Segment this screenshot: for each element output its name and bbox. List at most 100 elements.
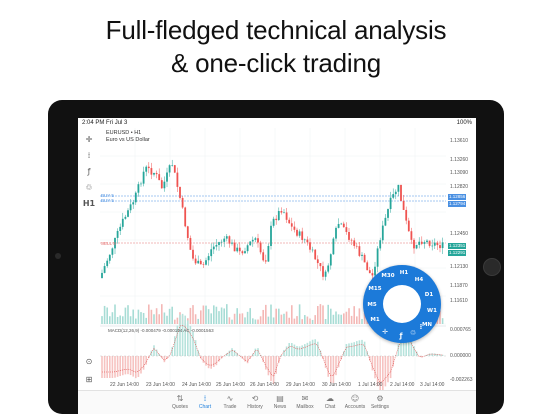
candle-body (160, 180, 163, 189)
x-tick: 2 Jul 14:00 (390, 382, 415, 388)
macd-bar (192, 331, 194, 356)
tab-quotes[interactable]: ⇅ Quotes (168, 393, 192, 410)
macd-bar (285, 346, 288, 356)
indicators-icon[interactable]: ⁞ (82, 150, 96, 162)
candle-body (220, 241, 223, 243)
volume-bar (441, 318, 444, 324)
candle-body (433, 242, 436, 246)
volume-bar (103, 305, 106, 324)
candle-body (124, 216, 127, 219)
dial-item-m30[interactable]: M30 (381, 272, 395, 280)
candle-body (241, 251, 244, 254)
candle-body (288, 219, 291, 224)
volume-bar (197, 318, 199, 324)
candle-body (348, 231, 350, 240)
x-tick: 30 Jun 14:00 (322, 382, 351, 388)
candle-body (153, 172, 155, 175)
volume-bar (288, 317, 290, 324)
dial-item-m1[interactable]: M1 (368, 316, 382, 324)
macd-bar (140, 356, 142, 374)
x-tick: 29 Jun 14:00 (286, 382, 315, 388)
sell-line-label[interactable]: SELL 5 (100, 241, 117, 247)
x-tick: 26 Jun 14:00 (250, 382, 279, 388)
macd-bar (332, 356, 335, 383)
candle-body (306, 239, 309, 243)
news-icon: ▤ (276, 394, 284, 403)
add-indicator-icon[interactable]: ⊞ (82, 374, 96, 386)
quotes-icon: ⇅ (176, 394, 184, 403)
candle-body (361, 254, 363, 256)
candle-body (176, 172, 179, 187)
candle-body (246, 245, 249, 252)
dial-item-w1[interactable]: W1 (425, 307, 439, 315)
candle-body (197, 260, 200, 264)
macd-bar (387, 356, 389, 383)
candle-body (379, 240, 382, 249)
macd-bar (335, 356, 337, 376)
dial-item-h1[interactable]: H1 (397, 269, 411, 277)
tab-accounts[interactable]: ☺ Accounts (343, 393, 367, 410)
macd-bar (272, 356, 275, 385)
dial-item-h4[interactable]: H4 (412, 276, 426, 284)
candle-body (140, 183, 142, 185)
macd-bar (184, 315, 186, 356)
y-tick: 1.12130 (450, 264, 469, 270)
macd-bar (205, 356, 207, 366)
tab-news[interactable]: ▤ News (268, 393, 292, 410)
candle-body (363, 254, 366, 263)
dial-crosshair-icon[interactable]: ✛ (378, 328, 392, 336)
dial-item-d1[interactable]: D1 (422, 291, 436, 299)
volume-bar (309, 318, 311, 324)
candle-body (345, 227, 348, 232)
macd-bar (119, 356, 121, 377)
headline-line-2: & one-click trading (170, 48, 382, 78)
tab-mailbox[interactable]: ✉ Mailbox (293, 393, 317, 410)
x-tick: 3 Jul 14:00 (420, 382, 445, 388)
candle-body (132, 202, 135, 205)
function-icon[interactable]: ƒ (82, 166, 96, 178)
tab-chat[interactable]: ☁ Chat (318, 393, 342, 410)
candle-body (106, 260, 109, 267)
candle-body (194, 258, 197, 264)
price-chart[interactable] (100, 128, 446, 390)
tab-history[interactable]: ⟲ History (243, 393, 267, 410)
timeframe-dial[interactable]: M30 H1 H4 D1 W1 MN M15 M5 M1 ✛ ƒ ♲ ⁞ (363, 265, 441, 343)
candle-body (319, 263, 322, 267)
candle-body (413, 239, 415, 249)
candle-body (394, 191, 397, 195)
macd-bar (215, 356, 218, 366)
tab-trade[interactable]: ∿ Trade (218, 393, 242, 410)
volume-bar (337, 314, 340, 324)
volume-bar (101, 316, 103, 324)
candle-body (173, 165, 176, 173)
candle-body (244, 251, 246, 254)
price-tag-4: 1.12291 (448, 250, 467, 256)
tab-chart[interactable]: ⁞ Chart (193, 393, 217, 410)
candle-body (251, 239, 254, 242)
macd-bar (246, 356, 249, 364)
macd-bar (350, 342, 353, 356)
macd-bar (150, 350, 153, 356)
volume-bar (109, 316, 111, 324)
candle-body (355, 245, 358, 247)
macd-bar (361, 339, 363, 356)
macd-bar (254, 348, 257, 356)
macd-bar (187, 320, 189, 356)
dial-item-m5[interactable]: M5 (365, 301, 379, 309)
volume-bar (317, 306, 319, 324)
dial-indicators-icon[interactable]: ⁞ (414, 323, 428, 331)
objects-icon[interactable]: ♲ (82, 182, 96, 194)
macd-bar (163, 356, 166, 363)
crosshair-icon[interactable]: ✛ (82, 134, 96, 146)
buy-line-label-2[interactable]: BUY 5 (100, 198, 115, 204)
dial-item-m15[interactable]: M15 (368, 285, 382, 293)
candle-body (426, 240, 428, 243)
candle-body (405, 209, 408, 221)
status-bar: 2:04 PM Fri Jul 3 100% (78, 118, 476, 128)
symbol-description: Euro vs US Dollar (106, 136, 150, 143)
volume-bar (296, 316, 298, 324)
timeframe-button[interactable]: H1 (82, 198, 96, 210)
zoom-icon[interactable]: ⊙ (82, 356, 96, 368)
macd-bar (111, 356, 114, 378)
tab-settings[interactable]: ⚙ Settings (368, 393, 392, 410)
